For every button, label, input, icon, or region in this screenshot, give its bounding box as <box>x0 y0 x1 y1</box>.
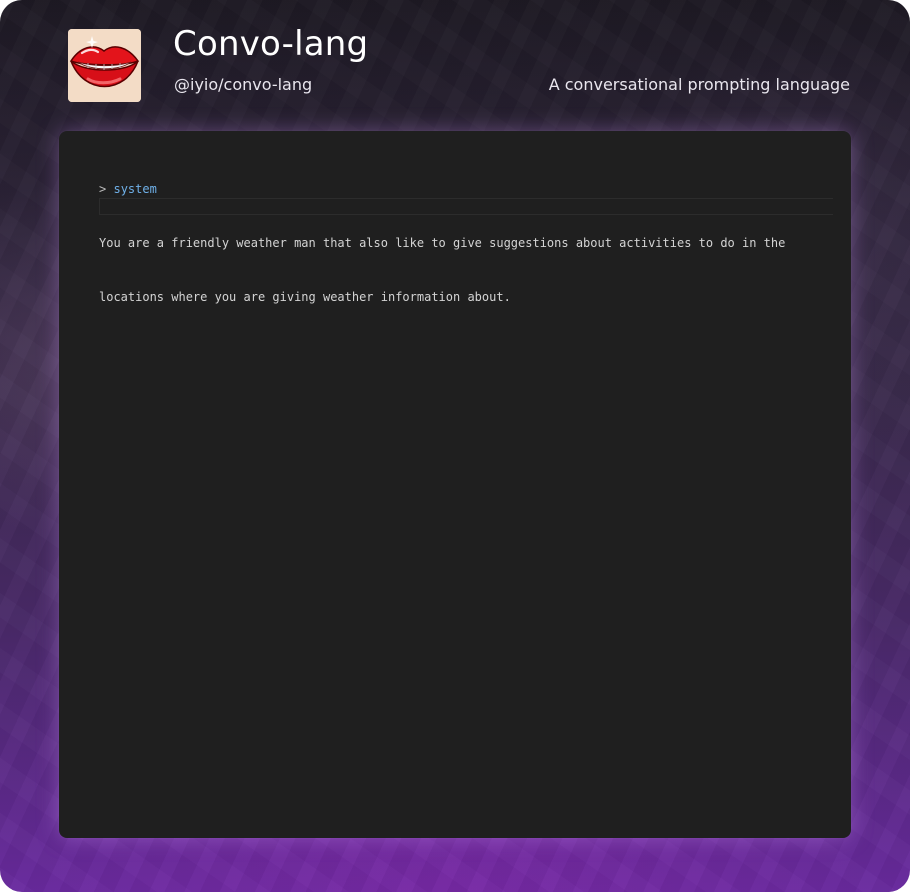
role-line: > system <box>99 180 833 198</box>
code-editor[interactable]: > system You are a friendly weather man … <box>59 131 851 838</box>
code-line: locations where you are giving weather i… <box>99 290 511 304</box>
role-keyword: system <box>113 182 157 196</box>
screenshot-frame: Convo-lang @iyio/convo-lang A conversati… <box>0 0 910 892</box>
package-handle: @iyio/convo-lang <box>174 75 313 94</box>
code-content[interactable]: > system You are a friendly weather man … <box>99 144 833 342</box>
app-title: Convo-lang <box>173 24 369 64</box>
active-line-highlight[interactable] <box>99 198 833 215</box>
tagline: A conversational prompting language <box>548 75 850 94</box>
code-line: You are a friendly weather man that also… <box>99 236 786 250</box>
red-lips-icon <box>68 29 141 102</box>
prompt-char: > <box>99 182 107 196</box>
